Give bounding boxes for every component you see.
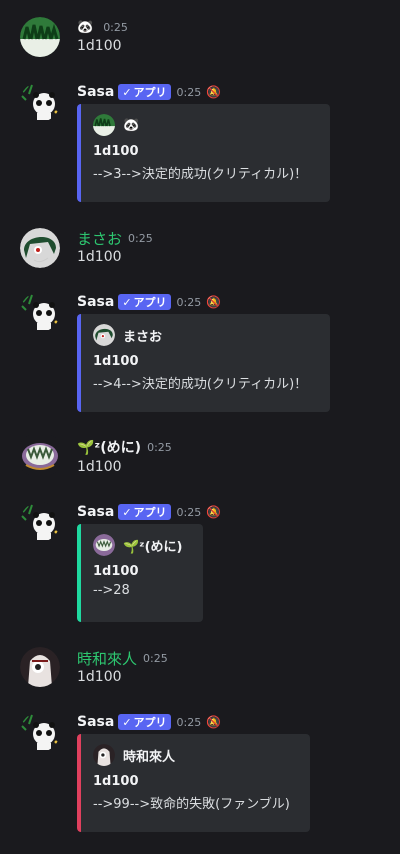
check-icon: ✓ <box>122 505 132 519</box>
bell-slash-icon: 🔕 <box>206 715 222 729</box>
embed: 🐼 1d100 -->3-->決定的成功(クリティカル)！ <box>77 104 330 202</box>
embed-author-name: まさお <box>123 329 163 345</box>
embed-description: -->3-->決定的成功(クリティカル)！ <box>93 167 308 182</box>
embed: 時和來人 1d100 -->99-->致命的失敗(ファンブル) <box>77 734 310 832</box>
embed: まさお 1d100 -->4-->決定的成功(クリティカル)！ <box>77 314 330 412</box>
username[interactable]: 時和來人 <box>77 648 137 669</box>
check-icon: ✓ <box>122 85 132 99</box>
timestamp: 0:25 <box>147 440 172 454</box>
avatar[interactable] <box>20 228 60 268</box>
timestamp: 0:25 <box>143 651 168 665</box>
embed-author-avatar <box>93 114 115 136</box>
message-text: 1d100 <box>77 249 122 265</box>
embed-author: まさお <box>93 324 318 346</box>
embed-author: 時和來人 <box>93 744 298 766</box>
embed-author-avatar <box>93 534 115 556</box>
app-tag: ✓ アプリ <box>118 714 171 730</box>
embed-description: -->28 <box>93 583 130 598</box>
username[interactable]: Sasa <box>77 84 114 100</box>
embed-author-avatar <box>93 324 115 346</box>
embed-description: -->4-->決定的成功(クリティカル)！ <box>93 377 308 392</box>
avatar[interactable] <box>20 292 60 332</box>
username[interactable]: まさお <box>77 228 122 249</box>
avatar[interactable] <box>20 435 60 475</box>
username[interactable]: Sasa <box>77 504 114 520</box>
embed-author-avatar <box>93 744 115 766</box>
embed: 🌱ᶻ(めに) 1d100 -->28 <box>77 524 203 622</box>
check-icon: ✓ <box>122 715 132 729</box>
embed-author-name: 時和來人 <box>123 749 176 765</box>
bell-slash-icon: 🔕 <box>206 295 222 309</box>
embed-title: 1d100 <box>93 774 139 789</box>
username[interactable]: 🐼 <box>77 20 93 35</box>
timestamp: 0:25 <box>176 85 202 99</box>
embed-author-name: 🌱ᶻ(めに) <box>123 539 183 555</box>
embed-title: 1d100 <box>93 144 139 159</box>
timestamp: 0:25 <box>103 20 128 34</box>
bell-slash-icon: 🔕 <box>206 505 222 519</box>
username[interactable]: Sasa <box>77 294 114 310</box>
timestamp: 0:25 <box>176 295 202 309</box>
avatar[interactable] <box>20 17 60 57</box>
app-tag: ✓ アプリ <box>118 504 171 520</box>
embed-author: 🐼 <box>93 114 318 136</box>
app-tag-label: アプリ <box>133 296 167 309</box>
username[interactable]: 🌱ᶻ(めに) <box>77 437 141 457</box>
timestamp: 0:25 <box>176 715 202 729</box>
username[interactable]: Sasa <box>77 714 114 730</box>
app-tag: ✓ アプリ <box>118 84 171 100</box>
app-tag: ✓ アプリ <box>118 294 171 310</box>
embed-title: 1d100 <box>93 354 139 369</box>
app-tag-label: アプリ <box>133 506 167 519</box>
check-icon: ✓ <box>122 295 132 309</box>
app-tag-label: アプリ <box>133 716 167 729</box>
message-text: 1d100 <box>77 38 122 54</box>
timestamp: 0:25 <box>128 231 153 245</box>
embed-description: -->99-->致命的失敗(ファンブル) <box>93 797 290 812</box>
avatar[interactable] <box>20 502 60 542</box>
avatar[interactable] <box>20 647 60 687</box>
timestamp: 0:25 <box>176 505 202 519</box>
app-tag-label: アプリ <box>133 86 167 99</box>
embed-author-name: 🐼 <box>123 117 140 133</box>
message-text: 1d100 <box>77 669 122 685</box>
avatar[interactable] <box>20 712 60 752</box>
bell-slash-icon: 🔕 <box>206 85 222 99</box>
message-text: 1d100 <box>77 459 122 475</box>
embed-title: 1d100 <box>93 564 139 579</box>
embed-author: 🌱ᶻ(めに) <box>93 534 191 556</box>
avatar[interactable] <box>20 82 60 122</box>
